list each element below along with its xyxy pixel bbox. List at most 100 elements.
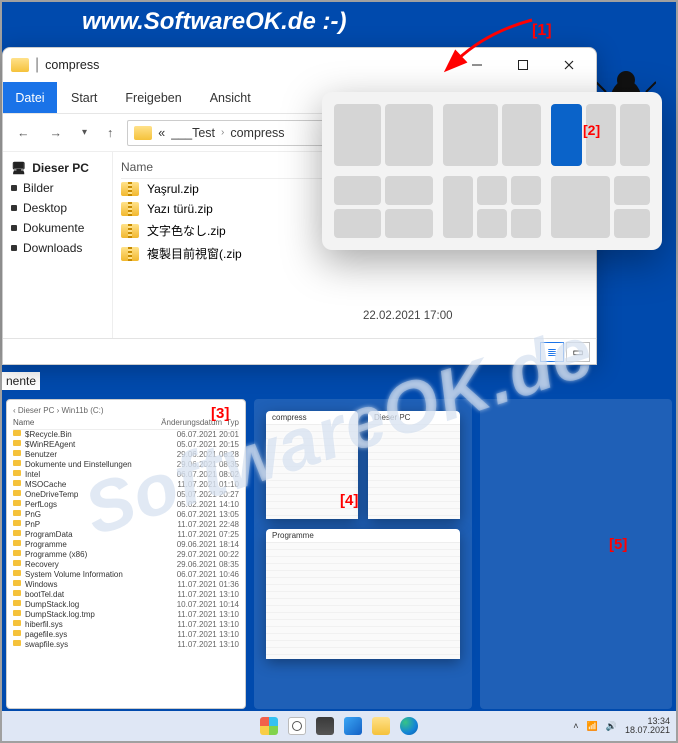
taskbar-search-button[interactable] — [288, 717, 306, 735]
snap-layout-4quad[interactable] — [334, 176, 433, 238]
snap-assist-thumbnail-left[interactable]: ‹ Dieser PC › Win11b (C:) Name Änderungs… — [6, 399, 246, 709]
snap-layout-2col[interactable] — [334, 104, 433, 166]
nav-back-button[interactable]: ← — [11, 122, 36, 144]
widgets-button[interactable] — [344, 717, 362, 735]
file-date: 06.07.2021 20:01 — [177, 430, 239, 439]
ribbon-tab-share[interactable]: Freigeben — [111, 82, 195, 113]
tray-overflow-icon[interactable]: ˄ — [573, 721, 578, 731]
snap-candidate-window[interactable]: Programme — [266, 529, 460, 659]
snap-layout-1-4[interactable] — [443, 176, 542, 238]
snap-cell[interactable] — [502, 104, 541, 166]
list-item[interactable]: OneDriveTemp 05.07.2021 20:27 — [13, 490, 239, 500]
list-item[interactable]: swapfile.sys11.07.2021 13:10 — [13, 640, 239, 650]
file-name: Recovery — [25, 560, 173, 569]
nav-up-button[interactable]: ↑ — [101, 122, 119, 144]
snap-cell[interactable] — [385, 209, 432, 238]
list-item[interactable]: ProgramData11.07.2021 07:25 — [13, 530, 239, 540]
list-item[interactable]: System Volume Information06.07.2021 10:4… — [13, 570, 239, 580]
snap-cell[interactable] — [334, 209, 381, 238]
list-item[interactable]: PnP11.07.2021 22:48 — [13, 520, 239, 530]
list-item[interactable]: $WinREAgent05.07.2021 20:15 — [13, 440, 239, 450]
list-item[interactable]: Windows11.07.2021 01:36 — [13, 580, 239, 590]
task-view-button[interactable] — [316, 717, 334, 735]
list-item[interactable]: PerfLogs05.02.2021 14:10 — [13, 500, 239, 510]
list-item[interactable]: MSOCache11.07.2021 01:10 — [13, 480, 239, 490]
list-item[interactable]: DumpStack.log10.07.2021 10:14 — [13, 600, 239, 610]
list-item[interactable]: pagefile.sys11.07.2021 13:10 — [13, 630, 239, 640]
list-item[interactable]: PnG06.07.2021 13:05 — [13, 510, 239, 520]
tray-date: 18.07.2021 — [625, 725, 670, 735]
snap-layout-1-2[interactable] — [551, 176, 650, 238]
ribbon-tab-view[interactable]: Ansicht — [196, 82, 265, 113]
list-item[interactable]: bootTel.dat11.07.2021 13:10 — [13, 590, 239, 600]
snap-cell[interactable] — [511, 176, 541, 205]
snap-cell[interactable] — [334, 176, 381, 205]
file-name: OneDriveTemp — [25, 490, 173, 499]
snap-cell[interactable] — [477, 209, 507, 238]
snap-layout-3col[interactable] — [551, 104, 650, 166]
tray-network-icon[interactable]: 📶 — [587, 721, 598, 732]
close-button[interactable] — [546, 49, 592, 81]
snap-cell[interactable] — [477, 176, 507, 205]
tray-volume-icon[interactable]: 🔊 — [606, 721, 617, 732]
view-details-button[interactable]: ≣ — [540, 342, 564, 362]
breadcrumb-part-2[interactable]: compress — [230, 126, 284, 140]
list-item[interactable]: Programme (x86)29.07.2021 00:22 — [13, 550, 239, 560]
folder-icon — [13, 460, 21, 466]
ribbon-file-tab[interactable]: Datei — [3, 82, 57, 113]
file-date: 05.07.2021 20:27 — [177, 490, 239, 499]
navpane-item-documents[interactable]: Dokumente — [7, 218, 108, 238]
file-date: 11.07.2021 01:36 — [177, 580, 239, 589]
snap-candidate-window[interactable]: Dieser PC — [368, 411, 460, 519]
file-name: pagefile.sys — [25, 630, 173, 639]
snap-cell[interactable] — [334, 104, 381, 166]
navpane-root[interactable]: 🖥 Dieser PC — [7, 158, 108, 178]
snap-cell-highlighted[interactable] — [551, 104, 581, 166]
snap-cell[interactable] — [443, 104, 498, 166]
navpane-item-pictures[interactable]: Bilder — [7, 178, 108, 198]
folder-icon — [13, 640, 21, 646]
thumb-caption: compress — [266, 411, 358, 425]
navpane-item-downloads[interactable]: Downloads — [7, 238, 108, 258]
start-button[interactable] — [260, 717, 278, 735]
snap-cell[interactable] — [385, 176, 432, 205]
snap-cell[interactable] — [511, 209, 541, 238]
folder-icon — [13, 570, 21, 576]
navpane-label: Downloads — [23, 241, 82, 255]
folder-icon — [11, 58, 29, 72]
breadcrumb-part-1[interactable]: ___Test — [171, 126, 215, 140]
snap-cell[interactable] — [385, 104, 432, 166]
snap-cell[interactable] — [620, 104, 650, 166]
list-item[interactable]: Benutzer29.06.2021 08:28 — [13, 450, 239, 460]
system-tray[interactable]: ˄ 📶 🔊 13:34 18.07.2021 — [573, 717, 670, 735]
taskbar-file-explorer[interactable] — [372, 717, 390, 735]
list-item[interactable]: hiberfil.sys11.07.2021 13:10 — [13, 620, 239, 630]
zip-icon — [121, 202, 139, 216]
view-tiles-button[interactable]: ▭ — [566, 342, 590, 362]
folder-icon — [13, 560, 21, 566]
snap-layout-2col-wide[interactable] — [443, 104, 542, 166]
list-item[interactable]: Recovery29.06.2021 08:35 — [13, 560, 239, 570]
snap-cell[interactable] — [614, 209, 650, 238]
folder-icon — [13, 550, 21, 556]
nav-recent-dropdown[interactable]: ▾ — [76, 123, 93, 142]
taskbar-edge[interactable] — [400, 717, 418, 735]
folder-icon — [13, 620, 21, 626]
snap-assist-empty-zone[interactable] — [480, 399, 672, 709]
ribbon-tab-start[interactable]: Start — [57, 82, 111, 113]
folder-icon — [13, 520, 21, 526]
snap-cell[interactable] — [551, 176, 609, 238]
file-name: PerfLogs — [25, 500, 173, 509]
list-item[interactable]: Dokumente und Einstellungen29.06.2021 08… — [13, 460, 239, 470]
snap-cell[interactable] — [614, 176, 650, 205]
navpane-item-desktop[interactable]: Desktop — [7, 198, 108, 218]
list-item[interactable]: $Recycle.Bin06.07.2021 20:01 — [13, 430, 239, 440]
nav-forward-button[interactable]: → — [44, 122, 69, 144]
navigation-pane[interactable]: 🖥 Dieser PC Bilder Desktop Dokumente Dow… — [3, 152, 113, 338]
file-name: Benutzer — [25, 450, 173, 459]
list-item[interactable]: DumpStack.log.tmp11.07.2021 13:10 — [13, 610, 239, 620]
list-item[interactable]: Programme09.06.2021 18:14 — [13, 540, 239, 550]
list-item[interactable]: Intel06.07.2021 08:02 — [13, 470, 239, 480]
snap-cell[interactable] — [443, 176, 473, 238]
file-name: PnP — [25, 520, 173, 529]
